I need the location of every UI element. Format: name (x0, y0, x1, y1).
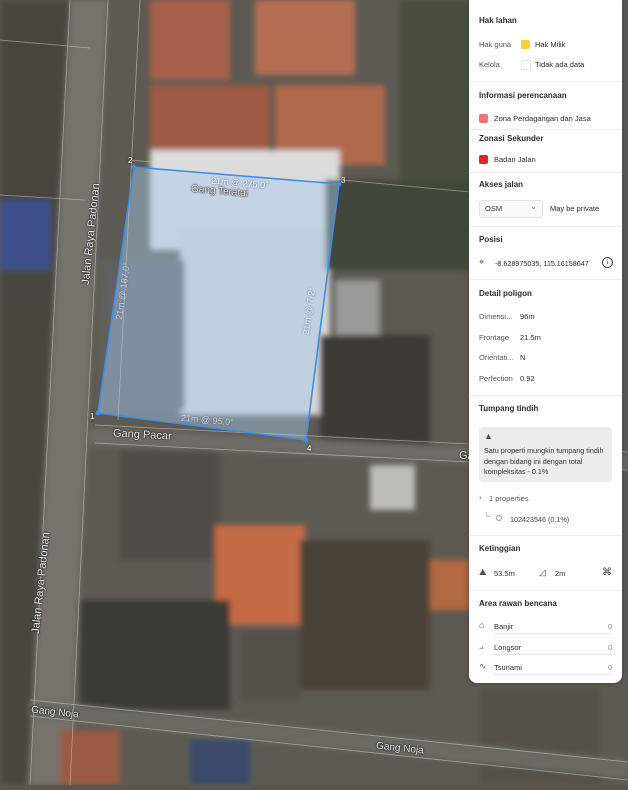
3d-view-icon[interactable]: ⌘ (602, 567, 612, 578)
chevron-right-icon: › (479, 493, 482, 502)
slope-icon: ◿ (539, 567, 546, 577)
overlap-warning-box: ▲ Satu properti mungkin tumpang tindih d… (479, 427, 612, 482)
properties-expander[interactable]: › 1 properties (479, 493, 609, 505)
row-underline (494, 633, 612, 634)
vertex-label: 4 (307, 444, 312, 453)
section-title-zonasi-sekunder: Zonasi Sekunder (479, 134, 544, 143)
divider (469, 535, 622, 536)
slope-value: 2m (555, 569, 566, 578)
vertex-label: 1 (90, 412, 95, 421)
detail-orientation-value: N (520, 353, 526, 362)
lot-polygon (97, 166, 340, 441)
property-id[interactable]: 102423546 (0.1%) (510, 515, 569, 524)
hak-guna-value: Hak Milik (535, 40, 566, 49)
section-title-informasi-perencanaan: Informasi perencanaan (479, 91, 567, 100)
chevron-down-icon: ⌄ (530, 202, 537, 211)
detail-orientation-label: Orientati... (479, 353, 514, 362)
akses-select-value: OSM (485, 204, 503, 213)
divider (469, 590, 622, 591)
section-title-area-rawan-bencana: Area rawan bencana (479, 599, 557, 608)
height-value: 53.5m (494, 569, 515, 578)
section-title-akses-jalan: Akses jalan (479, 180, 524, 189)
divider (469, 279, 622, 280)
tsunami-icon: ∿ (479, 661, 487, 671)
detail-perfection-label: Perfection (479, 374, 513, 383)
akses-status: May be private (550, 204, 600, 213)
akses-source-select[interactable]: OSM ⌄ (479, 200, 543, 218)
detail-dimensi-label: Dimensi... (479, 312, 513, 321)
banjir-label: Banjir (494, 622, 514, 631)
hak-milik-swatch (521, 40, 530, 49)
detail-perfection-value: 0.92 (520, 374, 535, 383)
vertex-label: 2 (128, 156, 133, 165)
crosshair-icon: ⌖ (479, 257, 485, 267)
posisi-coords[interactable]: -8.628975035, 115.16158647 (495, 259, 589, 268)
tree-branch-icon: └ (484, 512, 490, 521)
section-title-posisi: Posisi (479, 235, 503, 244)
hak-guna-label: Hak guna (479, 40, 512, 49)
longsor-label: Longsor (494, 643, 522, 652)
kelola-label: Kelola (479, 60, 500, 69)
zona-swatch (479, 114, 488, 123)
property-info-panel: Hak lahan Hak guna Hak Milik Kelola Tida… (469, 0, 622, 683)
overlap-warning-text: Satu properti mungkin tumpang tindih den… (484, 446, 604, 476)
tsunami-label: Tsunami (494, 663, 522, 672)
divider (469, 226, 622, 227)
divider (469, 129, 622, 130)
section-title-detail-poligon: Detail poligon (479, 289, 532, 298)
info-icon[interactable]: i (602, 257, 613, 268)
zonasi-value: Badan Jalan (494, 155, 536, 164)
detail-frontage-value: 21.5m (520, 333, 541, 342)
landslide-icon: ⟓ (479, 641, 484, 651)
section-title-ketinggian: Ketinggian (479, 544, 521, 553)
flood-icon: ⌂ (479, 620, 485, 630)
zona-value: Zona Perdagangan dan Jasa (494, 114, 591, 123)
divider (469, 395, 622, 396)
detail-dimensi-value: 96m (520, 312, 535, 321)
divider (469, 172, 622, 173)
tsunami-value: 0 (608, 663, 613, 672)
section-title-tumpang-tindih: Tumpang tindih (479, 404, 539, 413)
properties-count: 1 properties (489, 494, 529, 503)
kelola-value: Tidak ada data (535, 60, 585, 69)
detail-frontage-label: Frontage (479, 333, 510, 342)
row-underline (494, 654, 612, 655)
vertex-label: 3 (341, 176, 346, 185)
zonasi-swatch (479, 155, 488, 164)
divider (469, 81, 622, 82)
row-underline (494, 674, 612, 675)
height-icon: ⛰ (479, 567, 487, 577)
longsor-value: 0 (608, 643, 613, 652)
warning-icon: ▲ (484, 431, 493, 441)
section-title-hak-lahan: Hak lahan (479, 16, 517, 25)
banjir-value: 0 (608, 622, 613, 631)
property-marker-icon (496, 515, 502, 521)
kelola-swatch (521, 60, 531, 70)
